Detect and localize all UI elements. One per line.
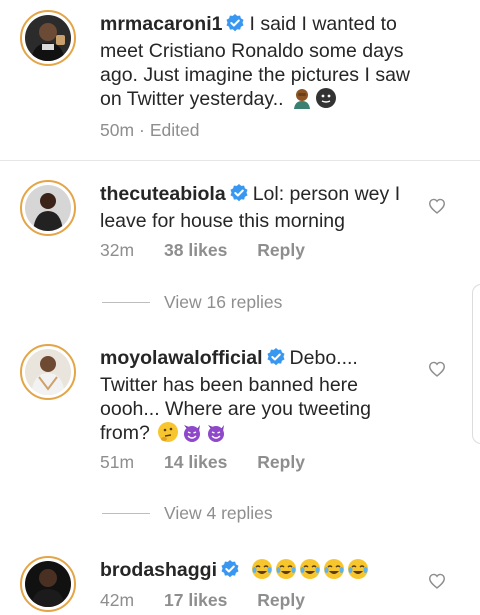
avatar-photo: [25, 349, 71, 395]
view-replies-label: View 16 replies: [164, 292, 283, 312]
comment-meta: 42m 17 likes Reply: [100, 590, 305, 611]
reply-button[interactable]: Reply: [257, 590, 305, 611]
avatar-photo: [25, 185, 71, 231]
tears-of-joy-emoji: [251, 558, 273, 586]
comment-time: 42m: [100, 590, 135, 610]
comment-text: brodashaggi: [100, 558, 420, 586]
thinking-face-emoji: [157, 421, 179, 449]
smiling-devil-emoji: [205, 421, 227, 449]
comment-meta: 32m 38 likes Reply: [100, 240, 305, 261]
face-emoji: [315, 87, 337, 115]
verified-badge-icon: [220, 559, 240, 585]
caption-meta: 50m · Edited: [100, 120, 200, 141]
likes-count-button[interactable]: 38 likes: [164, 240, 227, 261]
reply-button[interactable]: Reply: [257, 452, 305, 473]
reply-button[interactable]: Reply: [257, 240, 305, 261]
comment-text: thecuteabiola Lol: person wey I leave for…: [100, 182, 420, 233]
caption-divider: [0, 160, 480, 161]
man-facepalming-emoji: [291, 87, 313, 115]
caption-separator: ·: [139, 120, 145, 140]
avatar[interactable]: [20, 10, 76, 66]
view-replies-button[interactable]: View 16 replies: [102, 292, 282, 313]
post-caption: mrmacaroni1 I said I wanted to meet Crist…: [0, 0, 480, 160]
tears-of-joy-emoji: [275, 558, 297, 586]
caption-text: mrmacaroni1 I said I wanted to meet Crist…: [100, 12, 430, 115]
likes-count-button[interactable]: 14 likes: [164, 452, 227, 473]
caption-edited: Edited: [149, 120, 200, 140]
tears-of-joy-emoji: [299, 558, 321, 586]
caption-time: 50m: [100, 120, 135, 140]
verified-badge-icon: [229, 183, 249, 209]
comment-meta: 51m 14 likes Reply: [100, 452, 305, 473]
caption-username[interactable]: mrmacaroni1: [100, 13, 222, 35]
comment-username[interactable]: moyolawalofficial: [100, 347, 263, 369]
scroll-edge-tab[interactable]: [472, 284, 480, 444]
likes-count-button[interactable]: 17 likes: [164, 590, 227, 611]
verified-badge-icon: [266, 347, 286, 373]
avatar-photo: [25, 15, 71, 61]
avatar[interactable]: [20, 180, 76, 236]
comment-time: 51m: [100, 452, 135, 472]
heart-icon[interactable]: [428, 361, 446, 382]
avatar-photo: [25, 561, 71, 607]
heart-icon[interactable]: [428, 573, 446, 594]
replies-line: [102, 513, 150, 514]
replies-line: [102, 302, 150, 303]
tears-of-joy-emoji: [323, 558, 345, 586]
comment-text: moyolawalofficial Debo.... Twitter has be…: [100, 346, 420, 449]
avatar[interactable]: [20, 344, 76, 400]
verified-badge-icon: [225, 13, 245, 39]
comment-username[interactable]: thecuteabiola: [100, 183, 226, 205]
view-replies-label: View 4 replies: [164, 503, 273, 523]
comment-time: 32m: [100, 240, 135, 260]
avatar[interactable]: [20, 556, 76, 612]
smiling-devil-emoji: [181, 421, 203, 449]
view-replies-button[interactable]: View 4 replies: [102, 503, 273, 524]
tears-of-joy-emoji: [347, 558, 369, 586]
heart-icon[interactable]: [428, 198, 446, 219]
comment-username[interactable]: brodashaggi: [100, 559, 217, 581]
